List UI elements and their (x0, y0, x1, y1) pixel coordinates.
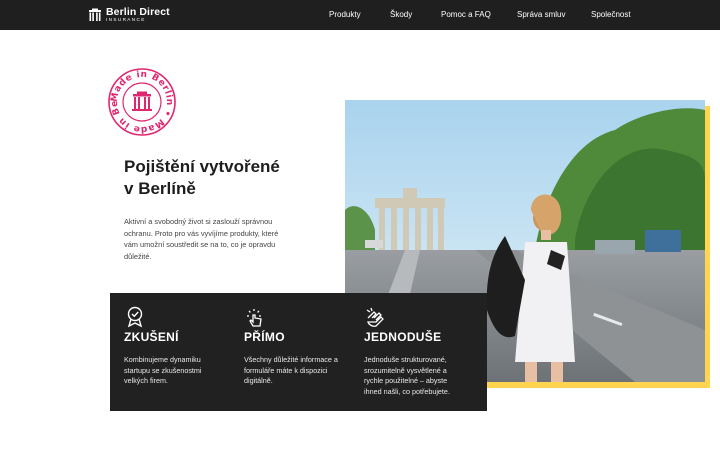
award-badge-icon (127, 306, 143, 328)
nav-sprava-smluv[interactable]: Správa smluv (517, 10, 565, 19)
nav-skody[interactable]: Škody (390, 10, 412, 19)
logo-name: Berlin Direct (106, 5, 170, 18)
feature-title: ZKUŠENÍ (124, 330, 179, 344)
hero-title-line2: v Berlíně (124, 178, 280, 200)
hero-title-line1: Pojištění vytvořené (124, 157, 280, 176)
feature-title: PŘÍMO (244, 330, 285, 344)
feature-title: JEDNODUŠE (364, 330, 442, 344)
feature-text: Všechny důležité informace a formuláře m… (244, 355, 338, 386)
made-in-berlin-stamp: Made in Berlin • Made in Berlin • (103, 60, 177, 137)
nav-spolecnost[interactable]: Společnost (591, 10, 631, 19)
features-panel: ZKUŠENÍ Kombinujeme dynamiku startupu se… (110, 293, 487, 411)
brandenburg-gate-logo-icon (89, 8, 101, 21)
logo-tagline: INSURANCE (106, 17, 146, 23)
top-navigation-bar: Berlin Direct INSURANCE Produkty Škody P… (0, 0, 720, 30)
feature-text: Kombinujeme dynamiku startupu se zkušeno… (124, 355, 202, 386)
hero-intro-text: Aktivní a svobodný život si zaslouží spr… (124, 217, 279, 261)
hero-title-highlight: Berlíně (136, 179, 199, 198)
nav-pomoc-faq[interactable]: Pomoc a FAQ (441, 10, 491, 19)
hand-gesture-icon (366, 307, 384, 327)
logo[interactable]: Berlin Direct INSURANCE (88, 6, 170, 24)
hero-headline: Pojištění vytvořené v Berlíně (124, 156, 280, 200)
hero-title-prefix: v (124, 179, 139, 198)
nav-produkty[interactable]: Produkty (329, 10, 361, 19)
feature-text: Jednoduše strukturované, srozumitelně vy… (364, 355, 450, 396)
brandenburg-gate-icon (132, 91, 152, 111)
touch-tap-icon (247, 309, 262, 327)
